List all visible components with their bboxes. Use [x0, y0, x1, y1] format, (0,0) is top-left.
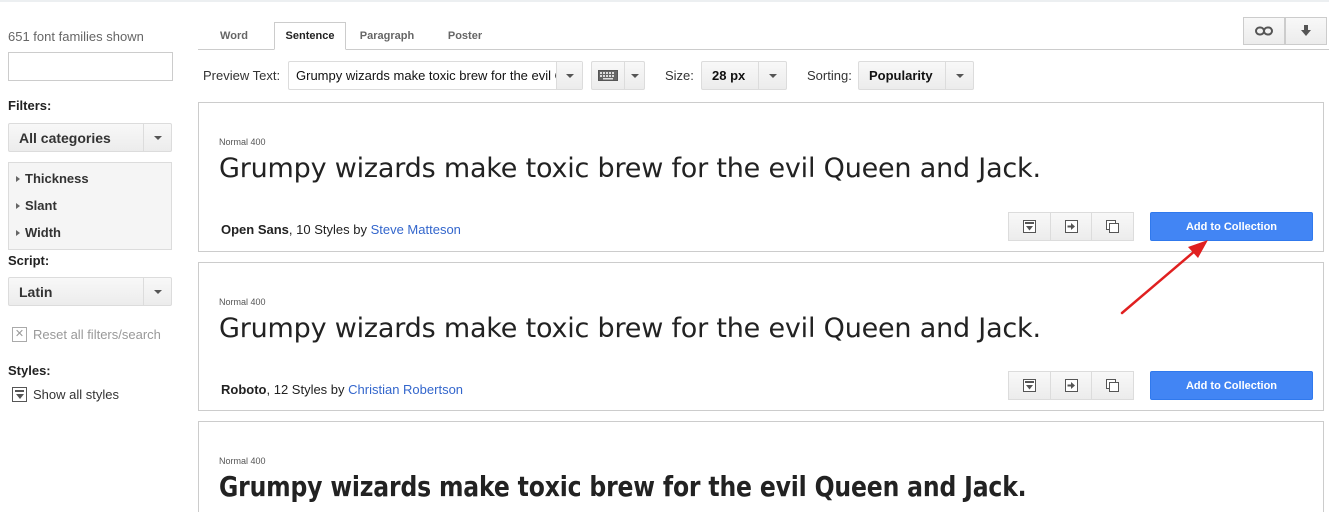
filter-slant[interactable]: Slant: [16, 198, 57, 213]
link-icon: [1255, 26, 1273, 36]
download-button[interactable]: [1285, 17, 1327, 45]
chevron-down-icon: [758, 62, 786, 89]
font-sample-text: Grumpy wizards make toxic brew for the e…: [219, 153, 1041, 184]
font-meta: Roboto, 12 Styles by Christian Robertson: [221, 382, 463, 397]
keyboard-select[interactable]: [591, 61, 645, 90]
tab-word[interactable]: Word: [206, 22, 262, 50]
filters-heading: Filters:: [8, 98, 52, 113]
reset-filters-link[interactable]: ✕ Reset all filters/search: [12, 327, 161, 342]
font-family-name: Open Sans: [221, 222, 289, 237]
pop-out-icon: [1064, 379, 1078, 392]
quick-use-button[interactable]: [1009, 213, 1051, 240]
tab-poster[interactable]: Poster: [436, 22, 494, 50]
tab-sentence[interactable]: Sentence: [274, 22, 346, 50]
chevron-down-icon: [143, 278, 171, 305]
font-card-open-sans: Normal 400 Grumpy wizards make toxic bre…: [198, 102, 1324, 252]
compare-icon: [1106, 379, 1120, 392]
add-to-collection-button[interactable]: Add to Collection: [1150, 371, 1313, 400]
filter-thickness[interactable]: Thickness: [16, 171, 89, 186]
close-icon: ✕: [12, 327, 27, 342]
compare-button[interactable]: [1092, 372, 1133, 399]
expand-styles-icon: [12, 387, 27, 402]
filter-width[interactable]: Width: [16, 225, 61, 240]
families-count: 651 font families shown: [8, 29, 144, 44]
font-sample-text: Grumpy wizards make toxic brew for the e…: [219, 470, 1027, 503]
expand-arrow-icon: [16, 202, 20, 209]
styles-count: , 10 Styles by: [288, 222, 371, 237]
preview-text-value: Grumpy wizards make toxic brew for the e…: [296, 68, 556, 83]
show-all-styles-link[interactable]: Show all styles: [12, 387, 119, 402]
styles-heading: Styles:: [8, 363, 51, 378]
font-meta: Open Sans, 10 Styles by Steve Matteson: [221, 222, 461, 237]
style-label: Normal 400: [219, 456, 266, 466]
chevron-down-icon: [143, 124, 171, 151]
font-card-third: Normal 400 Grumpy wizards make toxic bre…: [198, 421, 1324, 512]
chevron-down-icon: [624, 62, 644, 89]
download-icon: [1301, 25, 1311, 36]
category-select-value: All categories: [19, 129, 111, 146]
top-divider: [0, 0, 1329, 2]
font-family-name: Roboto: [221, 382, 267, 397]
quick-use-icon: [1022, 220, 1036, 233]
pop-out-button[interactable]: [1051, 213, 1093, 240]
search-input[interactable]: [8, 52, 173, 81]
sidebar: 651 font families shown Filters: All cat…: [0, 0, 190, 512]
annotation-arrow: [1120, 240, 1208, 315]
script-select[interactable]: Latin: [8, 277, 172, 306]
tab-paragraph[interactable]: Paragraph: [350, 22, 424, 50]
pop-out-icon: [1064, 220, 1078, 233]
quick-use-button[interactable]: [1009, 372, 1051, 399]
category-select[interactable]: All categories: [8, 123, 172, 152]
size-label: Size:: [665, 68, 694, 83]
preview-text-select[interactable]: Grumpy wizards make toxic brew for the e…: [288, 61, 583, 90]
sorting-select[interactable]: Popularity: [858, 61, 974, 90]
keyboard-icon: [592, 70, 624, 81]
styles-count: , 12 Styles by: [266, 382, 349, 397]
filter-width-label: Width: [25, 225, 61, 240]
card-actions: [1008, 371, 1134, 400]
expand-arrow-icon: [16, 229, 20, 236]
size-select[interactable]: 28 px: [701, 61, 787, 90]
sorting-label: Sorting:: [807, 68, 852, 83]
size-value: 28 px: [712, 68, 746, 83]
designer-link[interactable]: Steve Matteson: [371, 222, 461, 237]
pop-out-button[interactable]: [1051, 372, 1093, 399]
font-sample-text: Grumpy wizards make toxic brew for the e…: [219, 313, 1041, 344]
preview-text-label: Preview Text:: [203, 68, 281, 83]
show-all-styles-label: Show all styles: [33, 387, 119, 402]
compare-icon: [1106, 220, 1120, 233]
script-select-value: Latin: [19, 283, 53, 300]
designer-link[interactable]: Christian Robertson: [348, 382, 463, 397]
reset-filters-label: Reset all filters/search: [33, 327, 161, 342]
filter-thickness-label: Thickness: [25, 171, 89, 186]
quick-use-icon: [1022, 379, 1036, 392]
style-label: Normal 400: [219, 137, 266, 147]
expand-arrow-icon: [16, 175, 20, 182]
chevron-down-icon: [945, 62, 973, 89]
sorting-value: Popularity: [869, 68, 933, 83]
style-label: Normal 400: [219, 297, 266, 307]
filter-panel: Thickness Slant Width: [8, 162, 172, 250]
link-button[interactable]: [1243, 17, 1285, 45]
filter-slant-label: Slant: [25, 198, 57, 213]
script-heading: Script:: [8, 253, 50, 268]
chevron-down-icon: [556, 62, 582, 89]
